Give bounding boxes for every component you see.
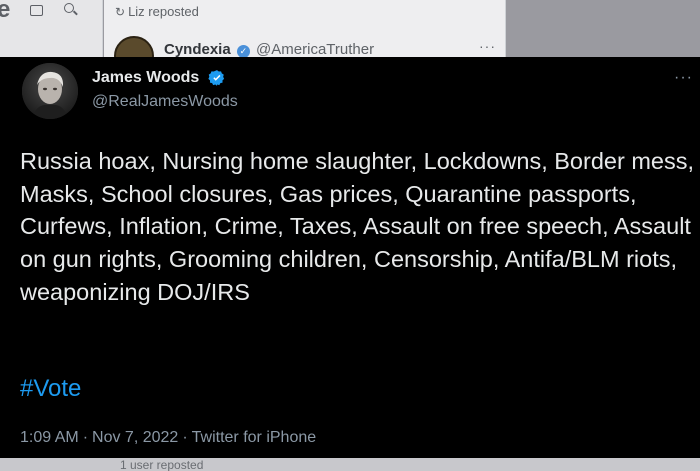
repost-label: Liz reposted [128, 4, 199, 19]
hashtag-link[interactable]: #Vote [20, 375, 81, 403]
author-avatar[interactable] [22, 63, 78, 119]
search-icon[interactable] [62, 2, 78, 18]
tweet-date[interactable]: Nov 7, 2022 [92, 429, 178, 446]
background-author-handle[interactable]: @AmericaTruther [256, 41, 374, 58]
tweet-source: Twitter for iPhone [191, 429, 317, 446]
background-sidebar: e [0, 0, 103, 58]
background-page-title: e [0, 0, 11, 23]
avatar-photo [22, 63, 78, 119]
author-name[interactable]: James Woods [92, 69, 199, 87]
repost-indicator: ↻ Liz reposted [115, 4, 199, 19]
tweet-card: James Woods @RealJamesWoods ··· Russia h… [0, 57, 700, 458]
background-timeline-post: ↻ Liz reposted Cyndexia ✓ @AmericaTruther… [104, 0, 506, 76]
background-more-icon[interactable]: ··· [479, 38, 496, 54]
background-author-name[interactable]: Cyndexia [164, 41, 231, 58]
tweet-text: Russia hoax, Nursing home slaughter, Loc… [20, 148, 694, 305]
author-handle[interactable]: @RealJamesWoods [92, 93, 238, 111]
separator: · [82, 429, 89, 446]
tweet-metadata: 1:09 AM · Nov 7, 2022 · Twitter for iPhone [20, 429, 316, 447]
repost-icon: ↻ [115, 5, 126, 19]
verified-badge-icon [208, 70, 225, 86]
background-footer [0, 458, 700, 471]
tweet-time[interactable]: 1:09 AM [20, 429, 79, 446]
more-options-icon[interactable]: ··· [674, 69, 698, 87]
separator: · [182, 429, 188, 446]
background-footer-text: 1 user reposted [120, 458, 204, 471]
calendar-icon[interactable] [28, 2, 44, 18]
background-author: Cyndexia ✓ @AmericaTruther [164, 41, 374, 58]
